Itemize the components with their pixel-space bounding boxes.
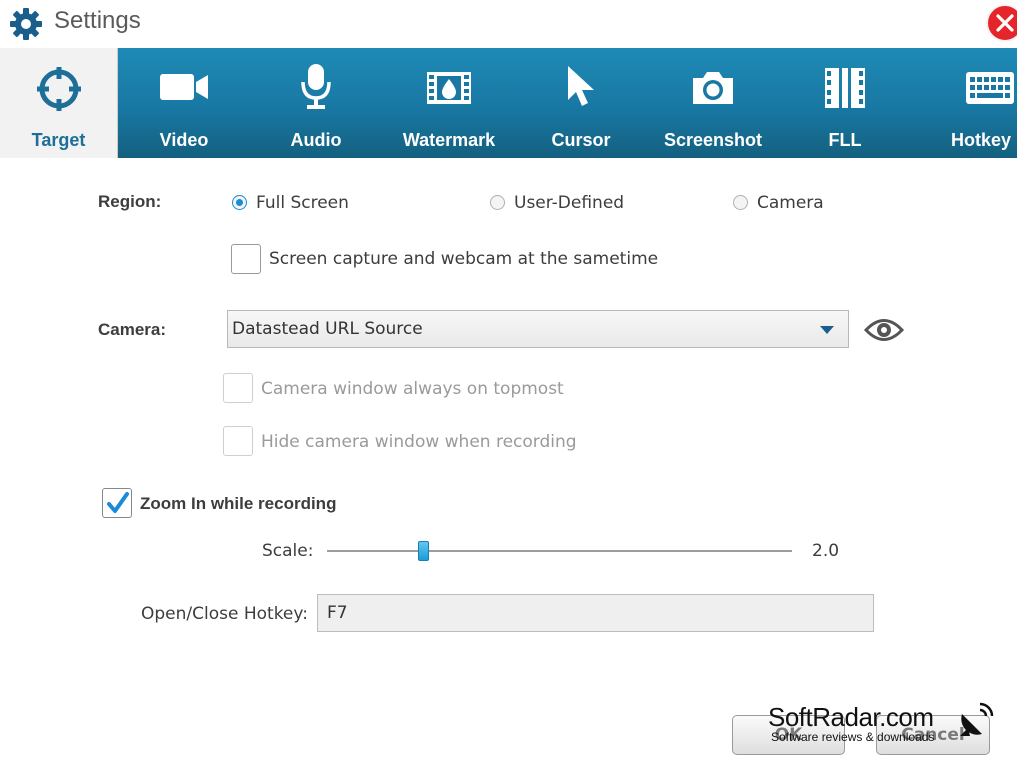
satellite-dish-icon (960, 702, 994, 736)
tab-hotkey[interactable]: Hotkey (910, 48, 1017, 158)
camera-topmost-checkbox[interactable] (223, 373, 253, 403)
scale-value: 2.0 (812, 541, 840, 561)
scale-slider-thumb[interactable] (418, 541, 429, 561)
dropdown-arrow-icon (820, 326, 834, 334)
watermark: SoftRadar.com Software reviews & downloa… (768, 702, 934, 744)
film-icon (825, 68, 865, 108)
microphone-icon (301, 64, 331, 109)
crosshair-icon (36, 67, 81, 111)
region-camera-radio[interactable] (733, 195, 748, 210)
tab-bar: Target Video Audio Watermark Cursor Scre… (0, 48, 1017, 158)
hotkey-label: Open/Close Hotkey: (141, 604, 308, 624)
tab-screenshot[interactable]: Screenshot (646, 48, 780, 158)
title-bar: Settings (0, 0, 1017, 46)
eye-icon[interactable] (864, 317, 904, 343)
tab-watermark[interactable]: Watermark (382, 48, 516, 158)
region-full-screen-radio[interactable] (232, 195, 247, 210)
tab-target[interactable]: Target (0, 48, 118, 158)
zoom-label: Zoom In while recording (140, 494, 337, 513)
close-button[interactable] (986, 4, 1017, 42)
checkmark-icon (107, 492, 129, 513)
tab-label: Target (31, 130, 86, 150)
camera-label: Camera: (98, 320, 167, 339)
region-user-defined-radio[interactable] (490, 195, 505, 210)
region-full-screen-label: Full Screen (256, 193, 349, 213)
sametime-checkbox[interactable] (231, 244, 261, 274)
tab-video[interactable]: Video (118, 48, 250, 158)
tab-label: Cursor (551, 130, 611, 150)
close-icon (996, 14, 1014, 32)
region-camera-label: Camera (757, 193, 824, 213)
camera-hide-checkbox[interactable] (223, 426, 253, 456)
camera-select-value: Datastead URL Source (232, 319, 423, 339)
region-user-defined-label: User-Defined (514, 193, 625, 213)
watermark-name: SoftRadar.com (768, 702, 934, 732)
cursor-icon (568, 66, 594, 106)
hotkey-input[interactable]: F7 (317, 594, 874, 632)
tab-fll[interactable]: FLL (780, 48, 910, 158)
video-camera-icon (160, 74, 208, 100)
target-settings-panel: Region: Full Screen User-Defined Camera … (0, 158, 1017, 768)
camera-topmost-label: Camera window always on topmost (261, 379, 564, 399)
tab-label: Screenshot (663, 130, 763, 150)
watermark-icon (427, 72, 471, 104)
tab-label: Audio (290, 130, 342, 150)
tab-label: Watermark (402, 130, 496, 150)
scale-slider-track[interactable] (327, 550, 792, 552)
tab-label: Hotkey (950, 130, 1011, 150)
tab-label: FLL (828, 130, 862, 150)
camera-select[interactable]: Datastead URL Source (227, 310, 849, 348)
gear-icon (10, 8, 42, 40)
watermark-tagline: Software reviews & downloads (771, 730, 935, 744)
region-label: Region: (98, 192, 162, 211)
window-title: Settings (54, 7, 141, 34)
tab-cursor[interactable]: Cursor (516, 48, 646, 158)
scale-label: Scale: (262, 541, 314, 561)
camera-hide-label: Hide camera window when recording (261, 432, 577, 452)
camera-icon (693, 72, 733, 104)
hotkey-value: F7 (327, 603, 348, 623)
sametime-label: Screen capture and webcam at the sametim… (269, 249, 659, 269)
tab-label: Video (159, 130, 209, 150)
tab-audio[interactable]: Audio (250, 48, 382, 158)
keyboard-icon (966, 72, 1014, 104)
zoom-checkbox[interactable] (102, 488, 132, 518)
